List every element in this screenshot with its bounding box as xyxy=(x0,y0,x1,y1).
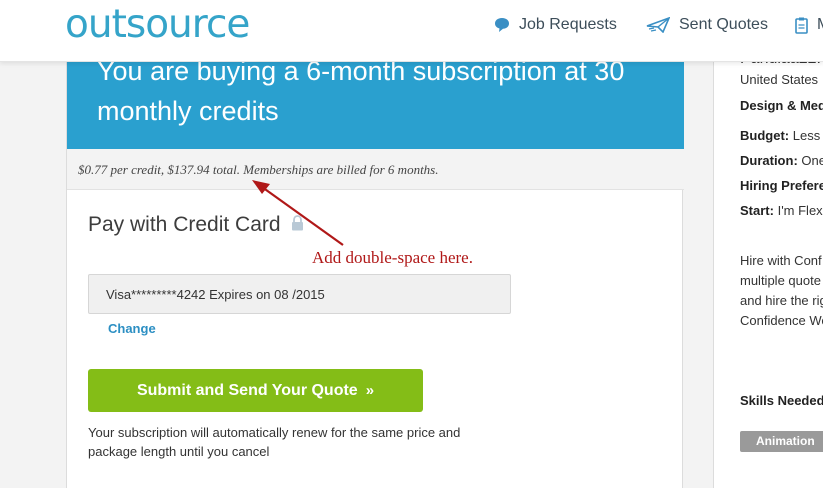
outsource-logo[interactable]: outsource xyxy=(65,2,250,47)
paragraph-line: and hire the rig xyxy=(740,293,823,308)
clipboard-icon xyxy=(795,17,808,34)
price-summary-bar: $0.77 per credit, $137.94 total. Members… xyxy=(67,149,684,190)
nav-third-item[interactable]: M xyxy=(795,16,823,34)
start-row: Start: I'm Flexi xyxy=(740,203,823,218)
skill-tag[interactable]: Animation xyxy=(740,431,823,452)
budget-row: Budget: Less T xyxy=(740,128,823,143)
duration-row: Duration: One xyxy=(740,153,823,168)
banner-title: You are buying a 6-month subscription at… xyxy=(97,56,625,126)
review-annotation: Add double-space here. xyxy=(312,248,473,267)
budget-value: Less T xyxy=(792,128,823,143)
client-location: United States xyxy=(740,72,819,87)
pay-section-title: Pay with Credit Card xyxy=(88,213,304,237)
job-category: Design & Medi xyxy=(740,98,823,113)
lock-icon xyxy=(291,213,304,237)
double-chevron-right-icon: » xyxy=(365,382,375,399)
skills-needed-label: Skills Needed: xyxy=(740,393,823,408)
nav-third-item-label: M xyxy=(817,16,823,34)
nav-sent-quotes-label: Sent Quotes xyxy=(679,16,768,33)
submit-quote-label: Submit and Send Your Quote xyxy=(136,381,358,399)
paper-plane-icon xyxy=(646,17,670,33)
duration-label: Duration: xyxy=(740,153,798,168)
hiring-preference-label: Hiring Prefere xyxy=(740,178,823,193)
credit-card-field[interactable]: Visa*********4242 Expires on 08 /2015 xyxy=(88,274,511,314)
paragraph-line: Hire with Conf xyxy=(740,253,822,268)
price-note: $0.77 per credit, $137.94 total. Members… xyxy=(78,162,439,177)
job-details-sidebar: Pandiaa22. United States Design & Medi B… xyxy=(713,44,823,488)
start-label: Start: xyxy=(740,203,774,218)
pay-title-text: Pay with Credit Card xyxy=(88,213,281,236)
auto-renew-note: Your subscription will automatically ren… xyxy=(88,425,461,459)
top-navigation-bar: outsource Job Requests Sent Quotes M xyxy=(0,0,823,62)
paragraph-line: multiple quote xyxy=(740,273,821,288)
speech-bubble-icon xyxy=(495,18,509,32)
nav-job-requests[interactable]: Job Requests xyxy=(494,16,617,34)
paragraph-line: Confidence We xyxy=(740,313,823,328)
nav-sent-quotes[interactable]: Sent Quotes xyxy=(646,16,768,34)
submit-quote-button[interactable]: Submit and Send Your Quote » xyxy=(88,369,423,412)
nav-job-requests-label: Job Requests xyxy=(519,16,617,33)
budget-label: Budget: xyxy=(740,128,790,143)
credit-card-value: Visa*********4242 Expires on 08 /2015 xyxy=(106,287,325,302)
change-card-link[interactable]: Change xyxy=(108,321,156,336)
checkout-card: You are buying a 6-month subscription at… xyxy=(66,44,684,488)
start-value: I'm Flexi xyxy=(777,203,823,218)
duration-value: One xyxy=(801,153,823,168)
hire-confidence-paragraph: Hire with Conf multiple quote and hire t… xyxy=(740,251,823,331)
